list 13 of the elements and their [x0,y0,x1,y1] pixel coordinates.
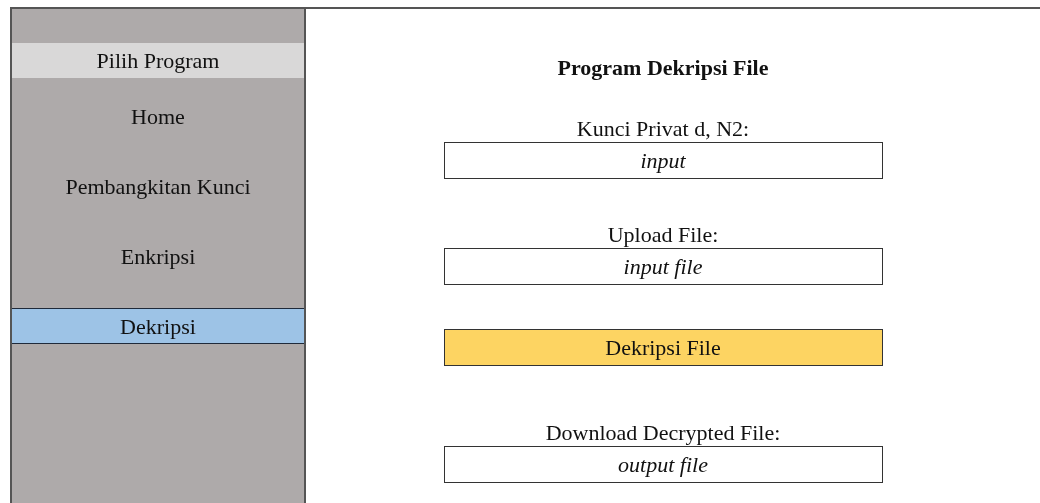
input-field[interactable]: input [443,142,883,179]
decrypt-button[interactable]: Dekripsi File [443,329,883,366]
input-field[interactable]: input file [443,248,883,285]
sidebar-item[interactable]: Enkripsi [12,238,304,274]
sidebar-item[interactable]: Pembangkitan Kunci [12,168,304,204]
page-title: Program Dekripsi File [557,54,769,82]
sidebar-item[interactable]: Home [12,98,304,134]
input-field[interactable]: output file [443,446,883,483]
sidebar-header: Pilih Program [12,43,304,78]
sidebar-item[interactable]: Dekripsi [12,308,304,344]
field-label: Download Decrypted File: [545,420,781,446]
field-label: Upload File: [607,222,719,248]
field-label: Kunci Privat d, N2: [576,116,750,142]
